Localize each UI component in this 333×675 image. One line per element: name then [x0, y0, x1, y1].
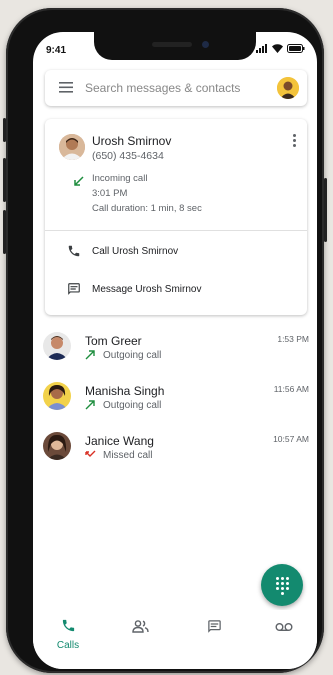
contact-name: Tom Greer	[85, 334, 142, 348]
missed-call-icon	[85, 450, 96, 457]
call-type: Incoming call	[92, 173, 148, 184]
contact-avatar[interactable]	[43, 332, 71, 360]
contact-avatar-image	[59, 134, 85, 160]
status-time: 9:41	[46, 45, 67, 56]
call-type: Outgoing call	[103, 400, 162, 411]
outgoing-call-icon	[85, 350, 95, 360]
speaker	[152, 42, 192, 47]
bottom-navigation: Calls	[33, 610, 317, 669]
contacts-icon	[132, 620, 149, 633]
status-icons	[256, 44, 305, 53]
contact-phone: (650) 435-4634	[92, 150, 164, 162]
signal-icon	[256, 44, 267, 53]
messages-icon	[208, 620, 221, 633]
message-contact-button[interactable]: Message Urosh Smirnov	[92, 284, 201, 295]
contact-avatar[interactable]	[43, 382, 71, 410]
account-avatar-image	[277, 77, 299, 99]
contact-name: Janice Wang	[85, 434, 154, 448]
battery-icon	[287, 44, 305, 53]
volume-up-button	[3, 158, 6, 202]
phone-icon[interactable]	[67, 244, 81, 258]
volume-down-button	[3, 210, 6, 254]
call-type: Missed call	[103, 450, 153, 461]
call-duration: Call duration: 1 min, 8 sec	[92, 203, 202, 214]
nav-calls[interactable]: Calls	[43, 610, 93, 669]
mute-switch	[3, 118, 6, 142]
nav-contacts[interactable]	[115, 610, 165, 669]
phone-frame: 9:41 Search messages & contacts Urosh Sm…	[3, 8, 327, 673]
call-time: 3:01 PM	[92, 188, 128, 199]
call-log-item[interactable]: Manisha Singh Outgoing call 11:56 AM	[33, 382, 317, 424]
phone-icon	[62, 619, 75, 632]
call-contact-button[interactable]: Call Urosh Smirnov	[92, 246, 178, 257]
menu-icon[interactable]	[59, 82, 73, 93]
contact-avatar-image	[43, 332, 71, 360]
search-placeholder[interactable]: Search messages & contacts	[85, 81, 240, 95]
camera	[202, 41, 209, 48]
call-time: 11:56 AM	[273, 384, 309, 394]
screen: 9:41 Search messages & contacts Urosh Sm…	[33, 32, 317, 669]
dialpad-button[interactable]	[261, 564, 303, 606]
contact-avatar-image	[43, 382, 71, 410]
wifi-icon	[272, 44, 283, 53]
dialpad-icon	[275, 577, 289, 595]
contact-name: Manisha Singh	[85, 384, 165, 398]
message-icon[interactable]	[67, 282, 81, 296]
call-time: 1:53 PM	[277, 334, 309, 344]
call-time: 10:57 AM	[273, 434, 309, 444]
contact-name: Urosh Smirnov	[92, 134, 172, 148]
outgoing-call-icon	[85, 400, 95, 410]
contact-avatar[interactable]	[43, 432, 71, 460]
contact-card: Urosh Smirnov (650) 435-4634 Incoming ca…	[45, 119, 307, 315]
incoming-call-icon	[74, 176, 84, 186]
contact-avatar[interactable]	[59, 134, 85, 160]
card-divider	[45, 230, 307, 231]
contact-avatar-image	[43, 432, 71, 460]
power-button	[324, 178, 327, 242]
more-options-icon[interactable]	[293, 134, 297, 149]
call-log-item[interactable]: Janice Wang Missed call 10:57 AM	[33, 432, 317, 474]
account-avatar[interactable]	[277, 77, 299, 99]
call-type: Outgoing call	[103, 350, 162, 361]
search-bar[interactable]: Search messages & contacts	[45, 70, 307, 106]
notch	[94, 32, 256, 60]
nav-messages[interactable]	[190, 610, 240, 669]
nav-voicemail[interactable]	[260, 610, 310, 669]
voicemail-icon	[275, 623, 293, 632]
nav-calls-label: Calls	[56, 640, 80, 651]
call-log-item[interactable]: Tom Greer Outgoing call 1:53 PM	[33, 332, 317, 374]
